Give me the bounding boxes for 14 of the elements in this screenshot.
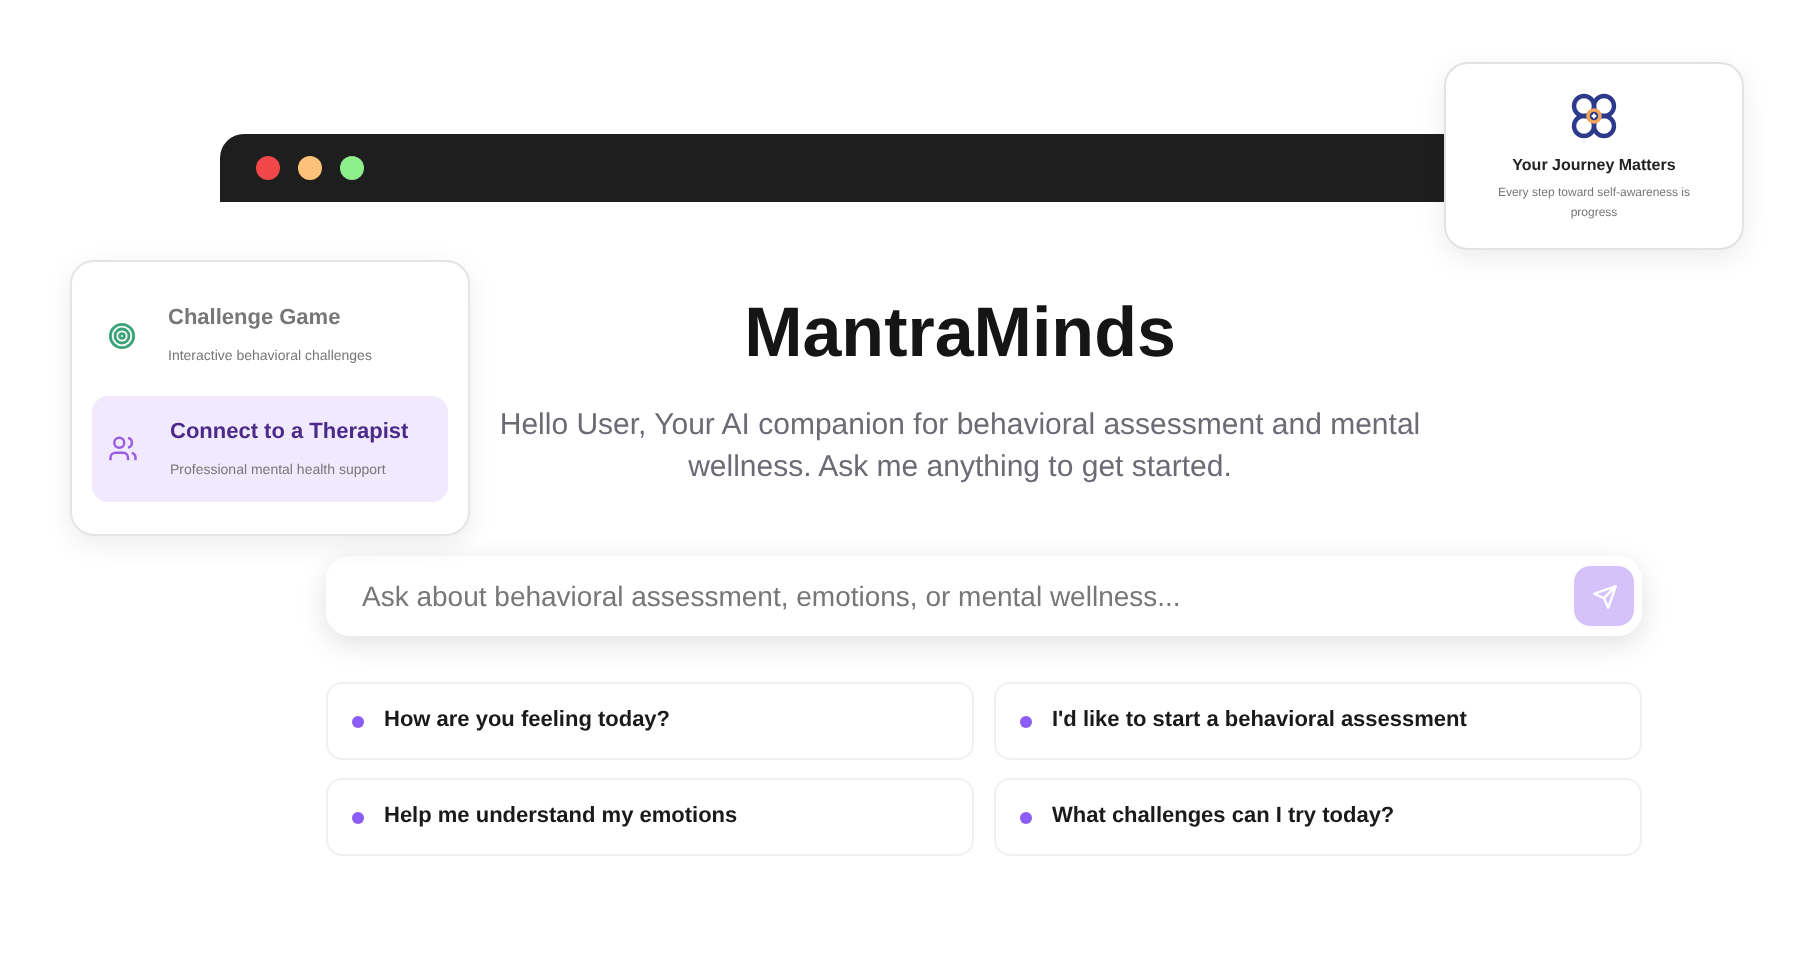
suggestion-button[interactable]: I'd like to start a behavioral assessment [994, 682, 1642, 760]
knot-icon [1568, 90, 1620, 142]
app-title: MantraMinds [744, 298, 1176, 368]
send-icon [1591, 583, 1617, 609]
people-icon [108, 434, 138, 464]
menu-item-title: Challenge Game [168, 304, 343, 334]
target-icon [108, 321, 136, 349]
subtitle: Hello User, Your AI companion for behavioral assessment and mental wellness. Ask me anything to get started. [497, 406, 1423, 488]
card-title: Your Journey Matters [1512, 154, 1676, 178]
suggestion-button[interactable]: How are you feeling today? [326, 682, 974, 760]
chat-input-field[interactable]: Ask about behavioral assessment, emotions, or mental wellness... [326, 556, 1642, 636]
menu-item-title: Connect to a Therapist [170, 418, 409, 448]
suggestion-button[interactable]: Help me understand my emotions [326, 778, 974, 856]
suggestion-button[interactable]: What challenges can I try today? [994, 778, 1642, 856]
